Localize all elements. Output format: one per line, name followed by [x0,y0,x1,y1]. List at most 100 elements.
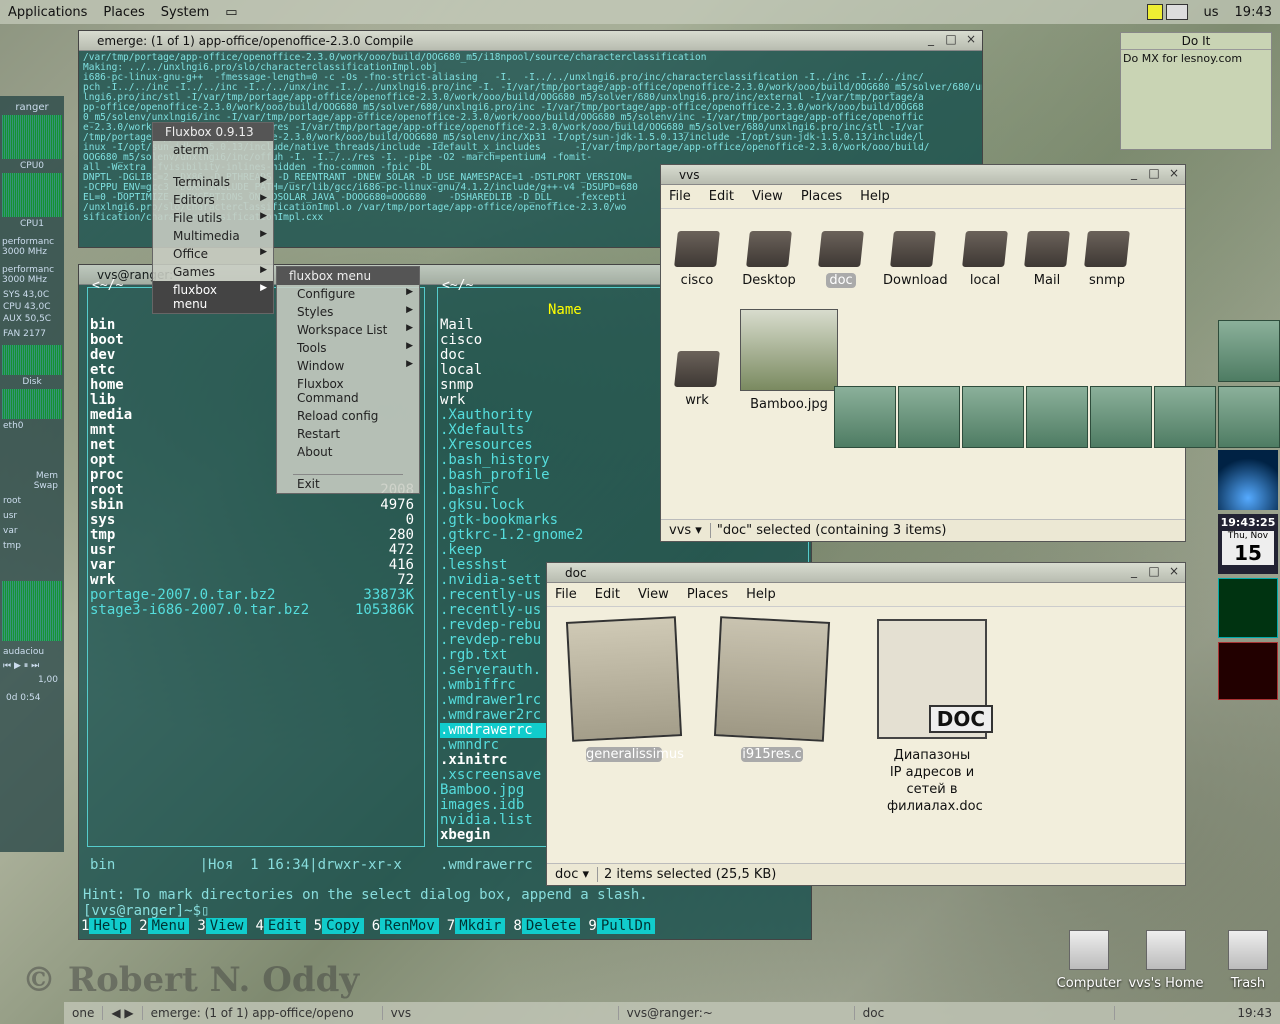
function-key[interactable]: 2 Menu [139,918,190,934]
folder-item[interactable]: Bamboo.jpg [739,309,839,412]
mixer-graph[interactable] [2,581,62,641]
folder-icon[interactable]: ▭ [217,5,245,20]
menu-item[interactable]: Multimedia ▶ [153,227,273,245]
close-icon[interactable]: × [964,32,978,46]
list-item[interactable]: var 416 [90,558,420,573]
task-doc[interactable]: doc [855,1006,1115,1020]
function-key[interactable]: 6 RenMov [372,918,439,934]
function-key[interactable]: 5 Copy [314,918,364,934]
task-emerge[interactable]: emerge: (1 of 1) app-office/openo [143,1006,383,1020]
clock[interactable]: 19:43 [1227,5,1280,20]
menu-item[interactable]: File utils ▶ [153,209,273,227]
function-key[interactable]: 4 Edit [255,918,306,934]
menu-item[interactable]: fluxbox menu ▶ [153,281,273,313]
folder-item[interactable]: Mail [1017,231,1077,288]
location-dropdown[interactable]: doc ▾ [547,867,599,882]
list-item[interactable]: doc [440,348,583,363]
list-item[interactable]: .gksu.lock [440,498,583,513]
window-titlebar[interactable]: vvs _ □ × [661,165,1185,185]
list-item[interactable]: .gtk-bookmarks [440,513,583,528]
globe-icon[interactable] [898,386,960,448]
menu-file[interactable]: File [555,587,577,602]
list-item[interactable]: .bash_profile [440,468,583,483]
prev-workspace-icon[interactable]: ◀ ▶ [103,1006,143,1020]
menu-item[interactable]: Editors ▶ [153,191,273,209]
computer-desktop-icon[interactable]: Computer [1056,930,1122,991]
location-dropdown[interactable]: vvs ▾ [661,523,711,538]
trash-desktop-icon[interactable]: Trash [1222,930,1274,991]
close-icon[interactable]: × [1167,166,1181,180]
list-item[interactable]: snmp [440,378,583,393]
menu-help[interactable]: Help [746,587,776,602]
folder-item[interactable]: wrk [667,351,727,408]
icon-view[interactable]: generalissimus i915res.c DOC Диапазоны I… [547,609,1185,859]
menu-item[interactable]: Window ▶ [277,357,419,375]
menu-item[interactable]: Configure ▶ [277,285,419,303]
file-generalissimus[interactable]: generalissimus [559,616,689,762]
folder-item[interactable]: doc [811,231,871,288]
list-item[interactable]: .bashrc [440,483,583,498]
task-terminal[interactable]: vvs@ranger:~ [619,1006,855,1020]
minimize-icon[interactable]: _ [1127,564,1141,578]
folder-item[interactable]: snmp [1077,231,1137,288]
workspace-name[interactable]: one [64,1006,104,1020]
menu-item[interactable]: Tools ▶ [277,339,419,357]
menu-item[interactable]: Restart [277,425,419,443]
function-key[interactable]: 1 Help [81,918,132,934]
list-item[interactable]: portage-2007.0.tar.bz2 33873K [90,588,420,603]
keyboard-layout[interactable]: us [1196,5,1227,20]
window-titlebar[interactable]: emerge: (1 of 1) app-office/openoffice-2… [79,31,982,51]
function-key[interactable]: 3 View [197,918,248,934]
list-item[interactable]: wrk 72 [90,573,420,588]
list-item[interactable]: .bash_history [440,453,583,468]
menu-view[interactable]: View [638,587,669,602]
icon-view[interactable]: cisco Desktop doc Download local Mail snmp wrk B… [661,211,1185,517]
window-titlebar[interactable]: doc _ □ × [547,563,1185,583]
menu-item[interactable]: Office ▶ [153,245,273,263]
maximize-icon[interactable]: □ [1147,166,1161,180]
menu-item[interactable]: About [277,443,419,461]
monitor-icon[interactable] [1090,386,1152,448]
cd-drive-icon[interactable] [834,386,896,448]
list-item[interactable]: usr 472 [90,543,420,558]
command-line[interactable]: [vvs@ranger]~$▯ [83,903,209,919]
maximize-icon[interactable]: □ [1147,564,1161,578]
list-item[interactable]: stage3-i686-2007.0.tar.bz2 105386K [90,603,420,618]
maximize-icon[interactable]: □ [944,32,958,46]
monitor-icon[interactable] [1218,320,1280,382]
list-item[interactable]: tmp 280 [90,528,420,543]
folder-item[interactable]: Download [883,231,948,288]
list-item[interactable]: .Xauthority [440,408,583,423]
function-key[interactable]: 8 Delete [513,918,581,934]
menu-item[interactable]: Workspace List ▶ [277,321,419,339]
list-item[interactable]: .gtkrc-1.2-gnome2 [440,528,583,543]
list-item[interactable]: .keep [440,543,583,558]
menu-view[interactable]: View [752,189,783,204]
list-item[interactable]: sys 0 [90,513,420,528]
list-item[interactable]: cisco [440,333,583,348]
minimize-icon[interactable]: _ [1127,166,1141,180]
document-icon[interactable] [962,386,1024,448]
server-icon[interactable] [1218,386,1280,448]
doc-file-manager-window[interactable]: doc _ □ × File Edit View Places Help generalis… [546,562,1186,886]
minimize-icon[interactable]: _ [924,32,938,46]
workspace-switcher[interactable] [1139,4,1196,20]
menu-item[interactable]: Reload config [277,407,419,425]
monitor-icon[interactable] [1154,386,1216,448]
list-item[interactable]: .Xresources [440,438,583,453]
menu-item[interactable]: Exit [277,475,419,493]
system-menu[interactable]: System [153,5,217,20]
mail-icon[interactable] [1026,386,1088,448]
menu-file[interactable]: File [669,189,691,204]
menu-item[interactable]: Games ▶ [153,263,273,281]
menu-item[interactable]: Styles ▶ [277,303,419,321]
menu-item[interactable]: Fluxbox Command [277,375,419,407]
menu-item[interactable] [153,159,273,173]
file-diapazony-doc[interactable]: DOC Диапазоны IP адресов и сетей в филиа… [857,619,1007,815]
menu-edit[interactable]: Edit [595,587,620,602]
list-item[interactable]: local [440,363,583,378]
close-icon[interactable]: × [1167,564,1181,578]
list-item[interactable]: Mail [440,318,583,333]
vvs-file-manager-window[interactable]: vvs _ □ × File Edit View Places Help cisco Desk… [660,164,1186,542]
folder-item[interactable]: Desktop [739,231,799,288]
